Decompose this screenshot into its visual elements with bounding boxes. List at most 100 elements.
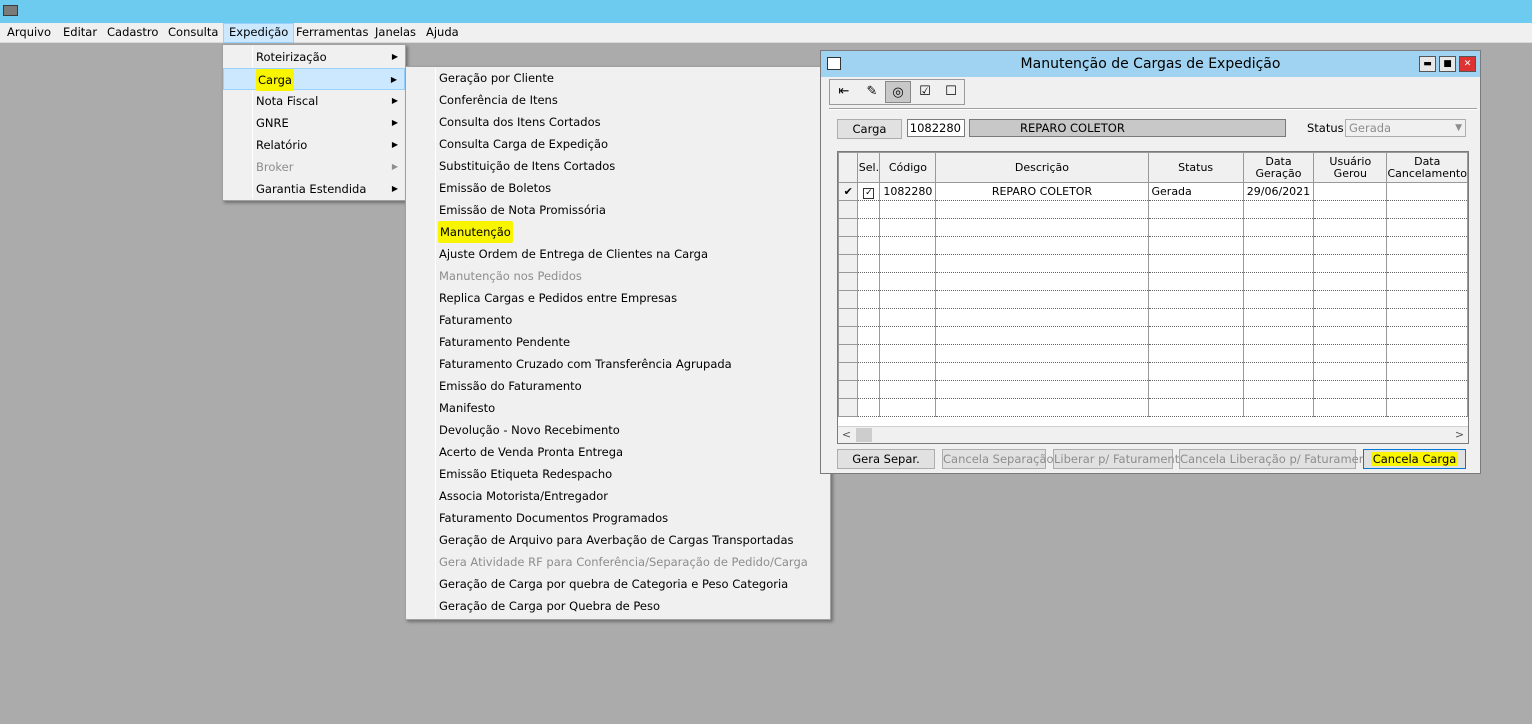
menu-item-label: Nota Fiscal	[256, 94, 319, 108]
menu-arquivo[interactable]: Arquivo	[2, 23, 56, 43]
submenu-item-conferencia-de-itens[interactable]: Conferência de Itens	[406, 89, 830, 111]
menu-cadastro[interactable]: Cadastro	[102, 23, 163, 43]
codigo-cell[interactable]: 1082280	[879, 182, 937, 201]
menu-item-label: Associa Motorista/Entregador	[439, 489, 608, 503]
menu-item-label: Emissão de Nota Promissória	[439, 203, 606, 217]
submenu-item-geracao-por-cliente[interactable]: Geração por Cliente	[406, 67, 830, 89]
row-selector[interactable]: ✔	[838, 182, 859, 201]
menu-item-label: Roteirização	[256, 50, 327, 64]
menu-consulta[interactable]: Consulta	[163, 23, 223, 43]
table-header-row: Sel. Código Descrição Status Data Geraçã…	[838, 152, 1468, 183]
carga-number-field[interactable]: 1082280	[907, 119, 965, 137]
sel-cell[interactable]: ✓	[857, 182, 881, 201]
table-row[interactable]	[838, 218, 1468, 237]
column-header-data-geracao[interactable]: Data Geração	[1242, 152, 1315, 183]
table-row[interactable]	[838, 254, 1468, 273]
submenu-item-faturamento[interactable]: Faturamento	[406, 309, 830, 331]
binoculars-icon[interactable]: ◎	[885, 81, 911, 103]
cancela-carga-button[interactable]: Cancela Carga	[1363, 449, 1466, 469]
submenu-item-emissao-faturamento[interactable]: Emissão do Faturamento	[406, 375, 830, 397]
maximize-icon[interactable]: ■	[1439, 56, 1456, 72]
column-header-usuario-gerou[interactable]: Usuário Gerou	[1313, 152, 1388, 183]
submenu-item-geracao-arquivo-averbacao[interactable]: Geração de Arquivo para Averbação de Car…	[406, 529, 830, 551]
table-row[interactable]	[838, 326, 1468, 345]
column-header-codigo[interactable]: Código	[879, 152, 937, 183]
table-row[interactable]	[838, 380, 1468, 399]
data-cancelamento-cell[interactable]	[1386, 182, 1468, 201]
window-icon[interactable]	[827, 57, 841, 70]
scroll-thumb[interactable]	[856, 428, 872, 442]
column-header-status[interactable]: Status	[1147, 152, 1244, 183]
cargas-table: Sel. Código Descrição Status Data Geraçã…	[838, 152, 1468, 417]
minimize-icon[interactable]: ▬	[1419, 56, 1436, 72]
table-row[interactable]	[838, 290, 1468, 309]
table-row[interactable]	[838, 362, 1468, 381]
submenu-item-faturamento-cruzado[interactable]: Faturamento Cruzado com Transferência Ag…	[406, 353, 830, 375]
status-cell[interactable]: Gerada	[1147, 182, 1244, 201]
menu-item-nota-fiscal[interactable]: Nota Fiscal ▶	[223, 90, 405, 112]
submenu-item-emissao-boletos[interactable]: Emissão de Boletos	[406, 177, 830, 199]
submenu-item-consulta-carga-expedicao[interactable]: Consulta Carga de Expedição	[406, 133, 830, 155]
column-header-sel[interactable]: Sel.	[857, 152, 881, 183]
menu-item-garantia-estendida[interactable]: Garantia Estendida ▶	[223, 178, 405, 200]
menu-ferramentas[interactable]: Ferramentas	[291, 23, 373, 43]
column-header-data-cancelamento[interactable]: Data Cancelamento	[1386, 152, 1468, 183]
eraser-icon[interactable]: ✎	[859, 81, 885, 103]
menu-expedicao[interactable]: Expedição	[223, 23, 295, 43]
submenu-item-faturamento-documentos[interactable]: Faturamento Documentos Programados	[406, 507, 830, 529]
table-row[interactable]: ✔ ✓ 1082280 REPARO COLETOR Gerada 29/06/…	[838, 182, 1468, 201]
menu-item-relatorio[interactable]: Relatório ▶	[223, 134, 405, 156]
cancela-separacao-button[interactable]: Cancela Separação	[942, 449, 1054, 469]
horizontal-scrollbar[interactable]: < >	[838, 426, 1468, 443]
submenu-item-acerto-venda[interactable]: Acerto de Venda Pronta Entrega	[406, 441, 830, 463]
table-row[interactable]	[838, 200, 1468, 219]
menu-item-label: Manifesto	[439, 401, 496, 415]
submenu-item-consulta-itens-cortados[interactable]: Consulta dos Itens Cortados	[406, 111, 830, 133]
menu-janelas[interactable]: Janelas	[370, 23, 421, 43]
table-row[interactable]	[838, 398, 1468, 417]
submenu-item-emissao-etiqueta[interactable]: Emissão Etiqueta Redespacho	[406, 463, 830, 485]
submenu-item-devolucao[interactable]: Devolução - Novo Recebimento	[406, 419, 830, 441]
app-system-icon[interactable]	[3, 5, 18, 16]
exit-icon[interactable]: ⇤	[831, 81, 857, 103]
scroll-right-icon[interactable]: >	[1451, 427, 1468, 443]
table-row[interactable]	[838, 272, 1468, 291]
scroll-left-icon[interactable]: <	[838, 427, 855, 443]
submenu-item-associa-motorista[interactable]: Associa Motorista/Entregador	[406, 485, 830, 507]
submenu-item-geracao-quebra-categoria[interactable]: Geração de Carga por quebra de Categoria…	[406, 573, 830, 595]
gera-separ-button[interactable]: Gera Separ.	[837, 449, 935, 469]
submenu-item-emissao-nota-promissoria[interactable]: Emissão de Nota Promissória	[406, 199, 830, 221]
carga-description-field: REPARO COLETOR	[969, 119, 1286, 137]
check-all-icon[interactable]: ☑	[912, 81, 938, 103]
cargas-grid: Sel. Código Descrição Status Data Geraçã…	[837, 151, 1469, 444]
cancela-liberacao-button[interactable]: Cancela Liberação p/ Faturamento	[1179, 449, 1378, 469]
table-row[interactable]	[838, 308, 1468, 327]
liberar-faturamento-button[interactable]: Liberar p/ Faturamento	[1053, 449, 1186, 469]
table-row[interactable]	[838, 236, 1468, 255]
data-geracao-cell[interactable]: 29/06/2021	[1242, 182, 1315, 201]
descricao-cell[interactable]: REPARO COLETOR	[935, 182, 1149, 201]
submenu-item-ajuste-ordem-entrega[interactable]: Ajuste Ordem de Entrega de Clientes na C…	[406, 243, 830, 265]
menu-item-gnre[interactable]: GNRE ▶	[223, 112, 405, 134]
submenu-item-geracao-quebra-peso[interactable]: Geração de Carga por Quebra de Peso	[406, 595, 830, 617]
checkmark-icon: ✔	[843, 185, 853, 198]
status-select[interactable]: Gerada ▼	[1345, 119, 1466, 137]
close-icon[interactable]: ✕	[1459, 56, 1476, 72]
uncheck-all-icon[interactable]: ☐	[938, 81, 964, 103]
submenu-item-faturamento-pendente[interactable]: Faturamento Pendente	[406, 331, 830, 353]
submenu-item-manifesto[interactable]: Manifesto	[406, 397, 830, 419]
menu-ajuda[interactable]: Ajuda	[421, 23, 464, 43]
row-checkbox[interactable]: ✓	[863, 187, 875, 199]
submenu-item-substituicao-itens-cortados[interactable]: Substituição de Itens Cortados	[406, 155, 830, 177]
window-title-bar[interactable]: Manutenção de Cargas de Expedição ▬ ■ ✕	[821, 51, 1480, 77]
carga-button[interactable]: Carga	[837, 119, 902, 139]
table-row[interactable]	[838, 344, 1468, 363]
menu-editar[interactable]: Editar	[58, 23, 102, 43]
usuario-gerou-cell[interactable]	[1313, 182, 1388, 201]
submenu-arrow-icon: ▶	[391, 140, 398, 149]
submenu-item-manutencao[interactable]: Manutenção	[406, 221, 830, 243]
menu-item-roteirizacao[interactable]: Roteirização ▶	[223, 46, 405, 68]
submenu-item-replica-cargas[interactable]: Replica Cargas e Pedidos entre Empresas	[406, 287, 830, 309]
column-header-descricao[interactable]: Descrição	[935, 152, 1149, 183]
menu-item-carga[interactable]: Carga ▶	[223, 68, 405, 91]
